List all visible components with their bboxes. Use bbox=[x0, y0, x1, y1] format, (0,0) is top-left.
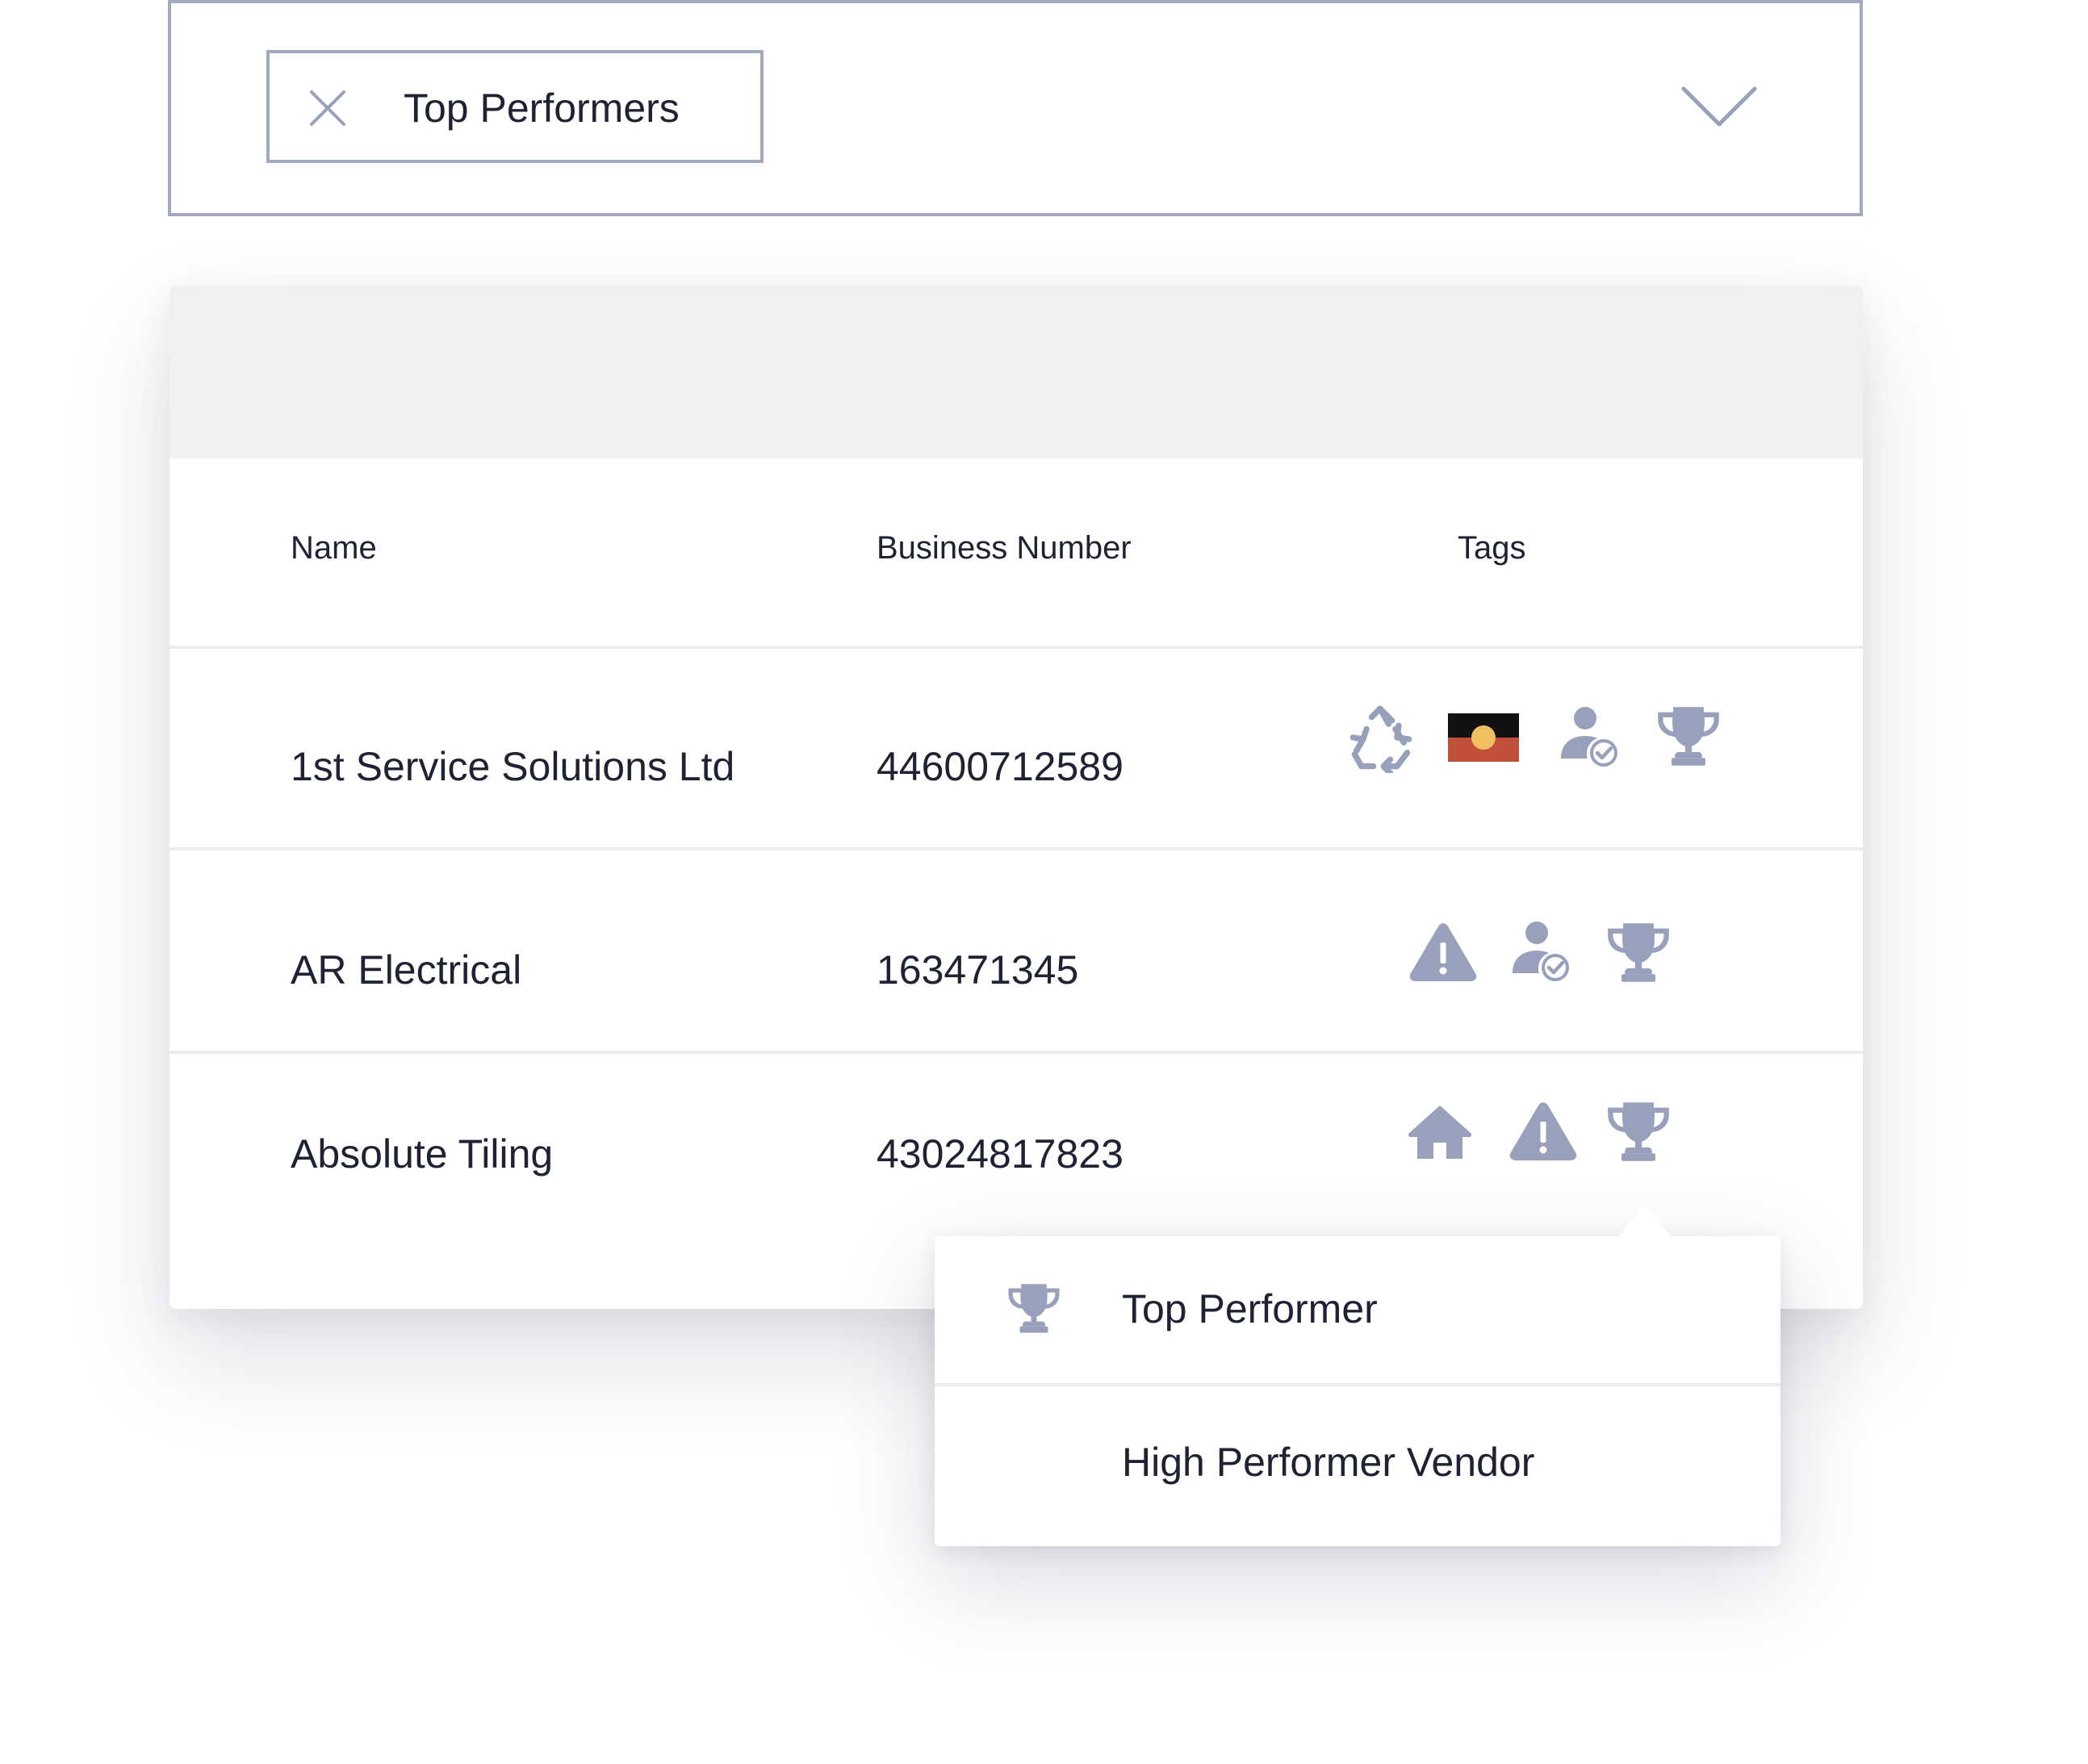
filter-chip: Top Performers bbox=[266, 50, 764, 163]
warning-icon[interactable] bbox=[1509, 1101, 1577, 1160]
row-divider bbox=[169, 847, 1863, 851]
vendor-name[interactable]: 1st Service Solutions Ltd bbox=[291, 742, 734, 791]
close-icon[interactable] bbox=[308, 89, 347, 127]
row-divider bbox=[169, 1051, 1863, 1054]
popover-item-high-performer-vendor[interactable]: High Performer Vendor bbox=[935, 1388, 1780, 1538]
vendor-table: Name Business Number Tags 1st Service So… bbox=[169, 286, 1863, 1309]
popover-item-label: Top Performer bbox=[1122, 1286, 1378, 1331]
recycle-icon[interactable] bbox=[1348, 705, 1416, 773]
verified-user-icon[interactable] bbox=[1558, 705, 1619, 767]
popover-caret bbox=[1617, 1204, 1672, 1238]
table-header-band bbox=[169, 286, 1863, 458]
column-header-business-number[interactable]: Business Number bbox=[877, 528, 1132, 568]
row-divider bbox=[169, 646, 1863, 649]
trophy-icon bbox=[1006, 1281, 1062, 1335]
trophy-icon[interactable] bbox=[1655, 705, 1722, 767]
vendor-name[interactable]: AR Electrical bbox=[291, 946, 521, 994]
filter-bar[interactable]: Top Performers bbox=[168, 0, 1863, 216]
vendor-name[interactable]: Absolute Tiling bbox=[291, 1130, 553, 1178]
trophy-icon[interactable] bbox=[1605, 922, 1672, 983]
warning-icon[interactable] bbox=[1409, 922, 1477, 981]
business-number: 44600712589 bbox=[877, 744, 1124, 789]
tag-popover: Top Performer High Performer Vendor bbox=[935, 1204, 1780, 1546]
verified-user-icon[interactable] bbox=[1509, 920, 1571, 981]
popover-item-top-performer[interactable]: Top Performer bbox=[935, 1236, 1780, 1386]
column-header-name[interactable]: Name bbox=[291, 528, 377, 568]
trophy-icon[interactable] bbox=[1605, 1101, 1672, 1162]
filter-chip-label: Top Performers bbox=[404, 86, 680, 131]
business-number: 43024817823 bbox=[877, 1131, 1124, 1177]
home-icon[interactable] bbox=[1408, 1104, 1472, 1160]
popover-divider bbox=[935, 1383, 1780, 1386]
aboriginal-flag-icon[interactable] bbox=[1448, 713, 1519, 762]
business-number: 163471345 bbox=[877, 947, 1079, 993]
chevron-down-icon[interactable] bbox=[1680, 84, 1758, 129]
column-header-tags: Tags bbox=[1458, 530, 1526, 566]
popover-item-label: High Performer Vendor bbox=[1122, 1440, 1535, 1485]
